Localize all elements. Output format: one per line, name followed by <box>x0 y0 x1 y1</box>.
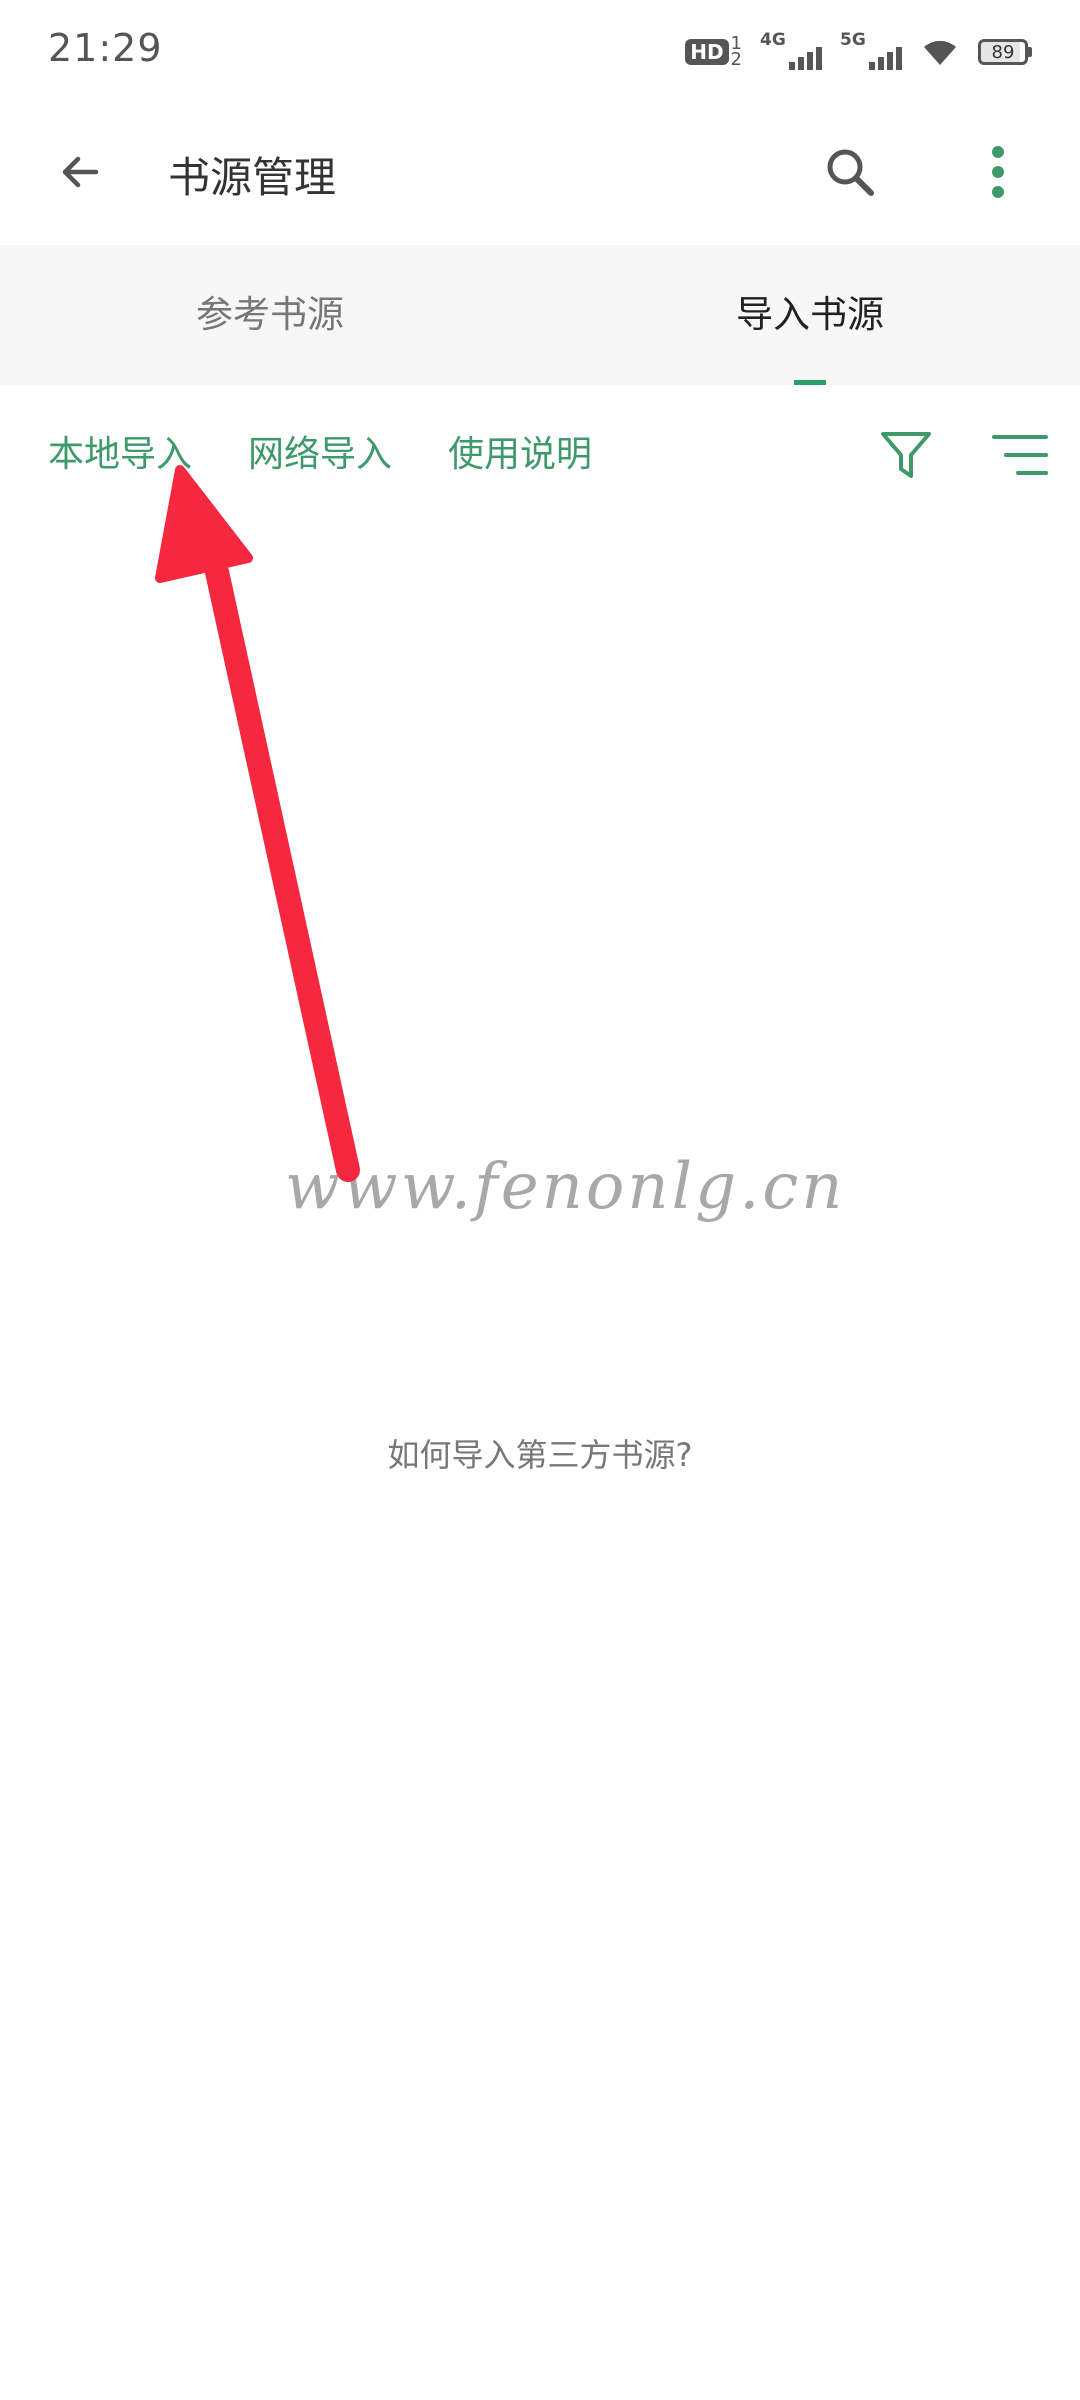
more-vertical-icon <box>992 146 1004 198</box>
sort-icon <box>992 435 1048 475</box>
tab-bar: 参考书源 导入书源 <box>0 245 1080 385</box>
page-title: 书源管理 <box>168 153 337 202</box>
filter-button[interactable] <box>872 421 940 489</box>
filter-icon <box>881 432 931 478</box>
hd-sub: 2 <box>730 49 742 70</box>
instructions-link[interactable]: 使用说明 <box>448 425 592 477</box>
signal-5g-icon: 5G <box>840 30 902 74</box>
signal-4g-icon: 4G <box>760 30 822 74</box>
watermark: www.fenonlg.cn <box>285 1150 846 1224</box>
back-button[interactable] <box>44 136 116 208</box>
battery-level: 89 <box>978 39 1028 65</box>
search-icon <box>827 149 874 196</box>
battery-icon: 89 <box>978 39 1032 65</box>
tab-reference-sources[interactable]: 参考书源 <box>0 245 540 385</box>
status-time: 21:29 <box>48 26 163 70</box>
tab-import-sources[interactable]: 导入书源 <box>540 245 1080 385</box>
tab-label: 导入书源 <box>736 293 884 336</box>
wifi-icon <box>924 40 956 65</box>
arrow-left-icon <box>62 156 99 188</box>
toolbar: 书源管理 <box>0 100 1080 245</box>
status-bar: 21:29 HD 1 2 4G 5G 89 <box>0 0 1080 100</box>
hd-voice-icon: HD 1 2 <box>685 34 742 70</box>
empty-hint: 如何导入第三方书源? <box>387 1436 693 1474</box>
signal-4g-label: 4G <box>760 30 786 50</box>
more-options-button[interactable] <box>962 136 1034 208</box>
tab-label: 参考书源 <box>196 293 344 336</box>
search-button[interactable] <box>814 136 886 208</box>
network-import-link[interactable]: 网络导入 <box>248 425 392 477</box>
status-icons: HD 1 2 4G 5G 89 <box>685 28 1032 76</box>
action-row: 本地导入 网络导入 使用说明 <box>0 385 1080 515</box>
local-import-link[interactable]: 本地导入 <box>48 425 192 477</box>
sort-button[interactable] <box>984 421 1056 489</box>
signal-5g-label: 5G <box>840 30 866 50</box>
hd-label: HD <box>685 39 729 65</box>
